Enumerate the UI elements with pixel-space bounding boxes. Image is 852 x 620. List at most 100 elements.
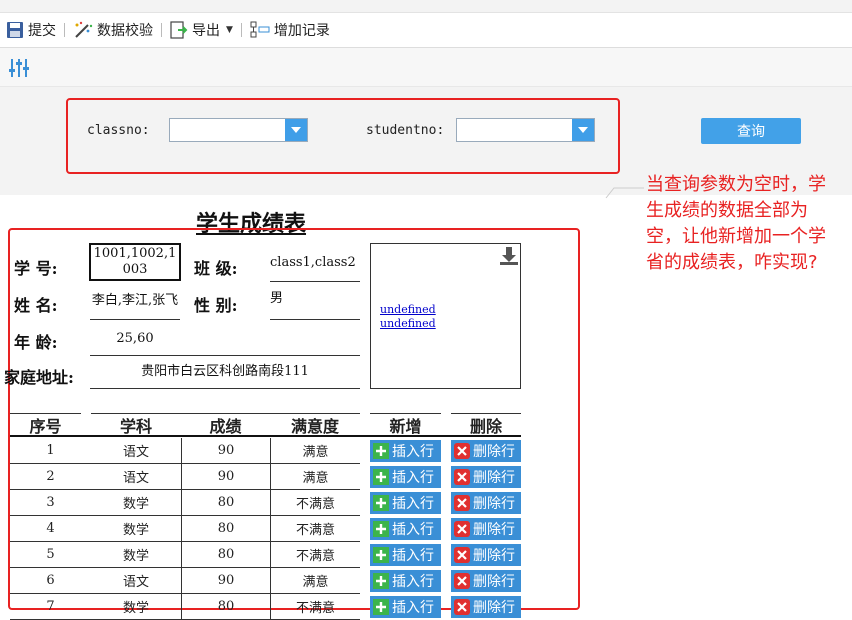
table-row: 3 数学 80 不满意 插入行 删除行 <box>10 490 521 516</box>
header-no: 序号 <box>10 413 81 437</box>
plus-icon <box>373 469 389 485</box>
cell-score: 80 <box>181 516 270 542</box>
delete-row-label: 删除行 <box>473 548 515 564</box>
plus-icon <box>373 547 389 563</box>
submit-button[interactable]: 提交 <box>0 16 62 44</box>
delete-row-button[interactable]: 删除行 <box>451 492 521 514</box>
toolbar-divider <box>161 23 162 37</box>
table-row: 6 语文 90 满意 插入行 删除行 <box>10 568 521 594</box>
delete-row-button[interactable]: 删除行 <box>451 596 521 618</box>
cell-no: 2 <box>10 464 91 490</box>
export-label: 导出 <box>192 23 220 39</box>
delete-row-button[interactable]: 删除行 <box>451 518 521 540</box>
name-label: 姓 名: <box>14 296 58 315</box>
validate-label: 数据校验 <box>97 23 153 39</box>
filter-bar <box>0 48 852 87</box>
cell-satisfaction: 不满意 <box>270 490 360 516</box>
classno-label: classno: <box>87 123 150 138</box>
table-row: 1 语文 90 满意 插入行 删除行 <box>10 438 521 464</box>
table-row: 7 数学 80 不满意 插入行 删除行 <box>10 594 521 620</box>
insert-row-button[interactable]: 插入行 <box>370 596 441 618</box>
cell-subject: 语文 <box>91 464 181 490</box>
delete-row-button[interactable]: 删除行 <box>451 544 521 566</box>
insert-row-button[interactable]: 插入行 <box>370 492 441 514</box>
chevron-down-icon: ▼ <box>226 25 233 35</box>
photo-link-2[interactable]: undefined <box>380 317 436 331</box>
plus-icon <box>373 443 389 459</box>
chevron-down-icon[interactable] <box>572 119 594 141</box>
classno-combo[interactable] <box>169 118 308 142</box>
cell-satisfaction: 不满意 <box>270 542 360 568</box>
cell-no: 6 <box>10 568 91 594</box>
delete-icon <box>454 495 470 511</box>
cell-satisfaction: 满意 <box>270 438 360 464</box>
delete-row-label: 删除行 <box>473 444 515 460</box>
gender-label: 性 别: <box>194 296 238 315</box>
insert-row-button[interactable]: 插入行 <box>370 518 441 540</box>
header-subject: 学科 <box>91 413 181 437</box>
cell-no: 3 <box>10 490 91 516</box>
insert-row-button[interactable]: 插入行 <box>370 440 441 462</box>
download-icon[interactable] <box>499 246 519 270</box>
address-value: 贵阳市白云区科创路南段111 <box>90 356 360 389</box>
studentno-combo[interactable] <box>456 118 595 142</box>
insert-row-button[interactable]: 插入行 <box>370 570 441 592</box>
delete-icon <box>454 573 470 589</box>
cell-score: 90 <box>181 438 270 464</box>
delete-row-label: 删除行 <box>473 470 515 486</box>
photo-link-1[interactable]: undefined <box>380 303 436 317</box>
class-label: 班 级: <box>194 259 238 278</box>
cell-no: 5 <box>10 542 91 568</box>
plus-icon <box>373 495 389 511</box>
cell-subject: 数学 <box>91 542 181 568</box>
insert-row-label: 插入行 <box>392 522 434 538</box>
save-icon <box>6 21 24 39</box>
insert-row-button[interactable]: 插入行 <box>370 544 441 566</box>
cell-subject: 语文 <box>91 438 181 464</box>
header-satisfaction: 满意度 <box>270 413 360 437</box>
insert-row-label: 插入行 <box>392 470 434 486</box>
cell-satisfaction: 不满意 <box>270 516 360 542</box>
delete-icon <box>454 599 470 615</box>
export-button[interactable]: 导出 ▼ <box>164 16 239 44</box>
magic-wand-icon <box>73 21 93 39</box>
student-no-value[interactable]: 1001,1002,1003 <box>89 243 181 281</box>
cell-subject: 数学 <box>91 516 181 542</box>
report-title: 学生成绩表 <box>196 211 307 237</box>
name-value: 李白,李江,张飞 <box>90 283 180 320</box>
cell-no: 1 <box>10 438 91 464</box>
delete-row-label: 删除行 <box>473 496 515 512</box>
age-value: 25,60 <box>116 330 154 346</box>
delete-icon <box>454 469 470 485</box>
cell-subject: 语文 <box>91 568 181 594</box>
add-record-button[interactable]: 增加记录 <box>244 16 336 44</box>
cell-satisfaction: 不满意 <box>270 594 360 620</box>
delete-icon <box>454 521 470 537</box>
table-row: 2 语文 90 满意 插入行 删除行 <box>10 464 521 490</box>
sliders-icon[interactable] <box>8 57 30 83</box>
delete-row-label: 删除行 <box>473 600 515 616</box>
insert-row-label: 插入行 <box>392 444 434 460</box>
toolbar-divider <box>64 23 65 37</box>
insert-row-button[interactable]: 插入行 <box>370 466 441 488</box>
cell-subject: 数学 <box>91 490 181 516</box>
browser-strip <box>0 0 852 13</box>
validate-button[interactable]: 数据校验 <box>67 16 159 44</box>
submit-label: 提交 <box>28 23 56 39</box>
delete-row-button[interactable]: 删除行 <box>451 440 521 462</box>
delete-row-button[interactable]: 删除行 <box>451 466 521 488</box>
annotation-text: 当查询参数为空时，学生成绩的数据全部为空，让他新增加一个学省的成绩表，咋实现? <box>646 174 826 273</box>
toolbar: 提交 数据校验 导出 ▼ 增加记录 <box>0 13 852 48</box>
plus-icon <box>373 521 389 537</box>
toolbar-divider <box>240 23 242 37</box>
delete-row-button[interactable]: 删除行 <box>451 570 521 592</box>
cell-satisfaction: 满意 <box>270 464 360 490</box>
add-record-label: 增加记录 <box>273 23 330 39</box>
query-button[interactable]: 查询 <box>701 118 801 144</box>
chevron-down-icon[interactable] <box>285 119 307 141</box>
insert-row-label: 插入行 <box>392 600 434 616</box>
cell-score: 80 <box>181 594 270 620</box>
cell-score: 90 <box>181 568 270 594</box>
address-label: 家庭地址: <box>4 368 74 387</box>
studentno-label: studentno: <box>366 123 445 138</box>
